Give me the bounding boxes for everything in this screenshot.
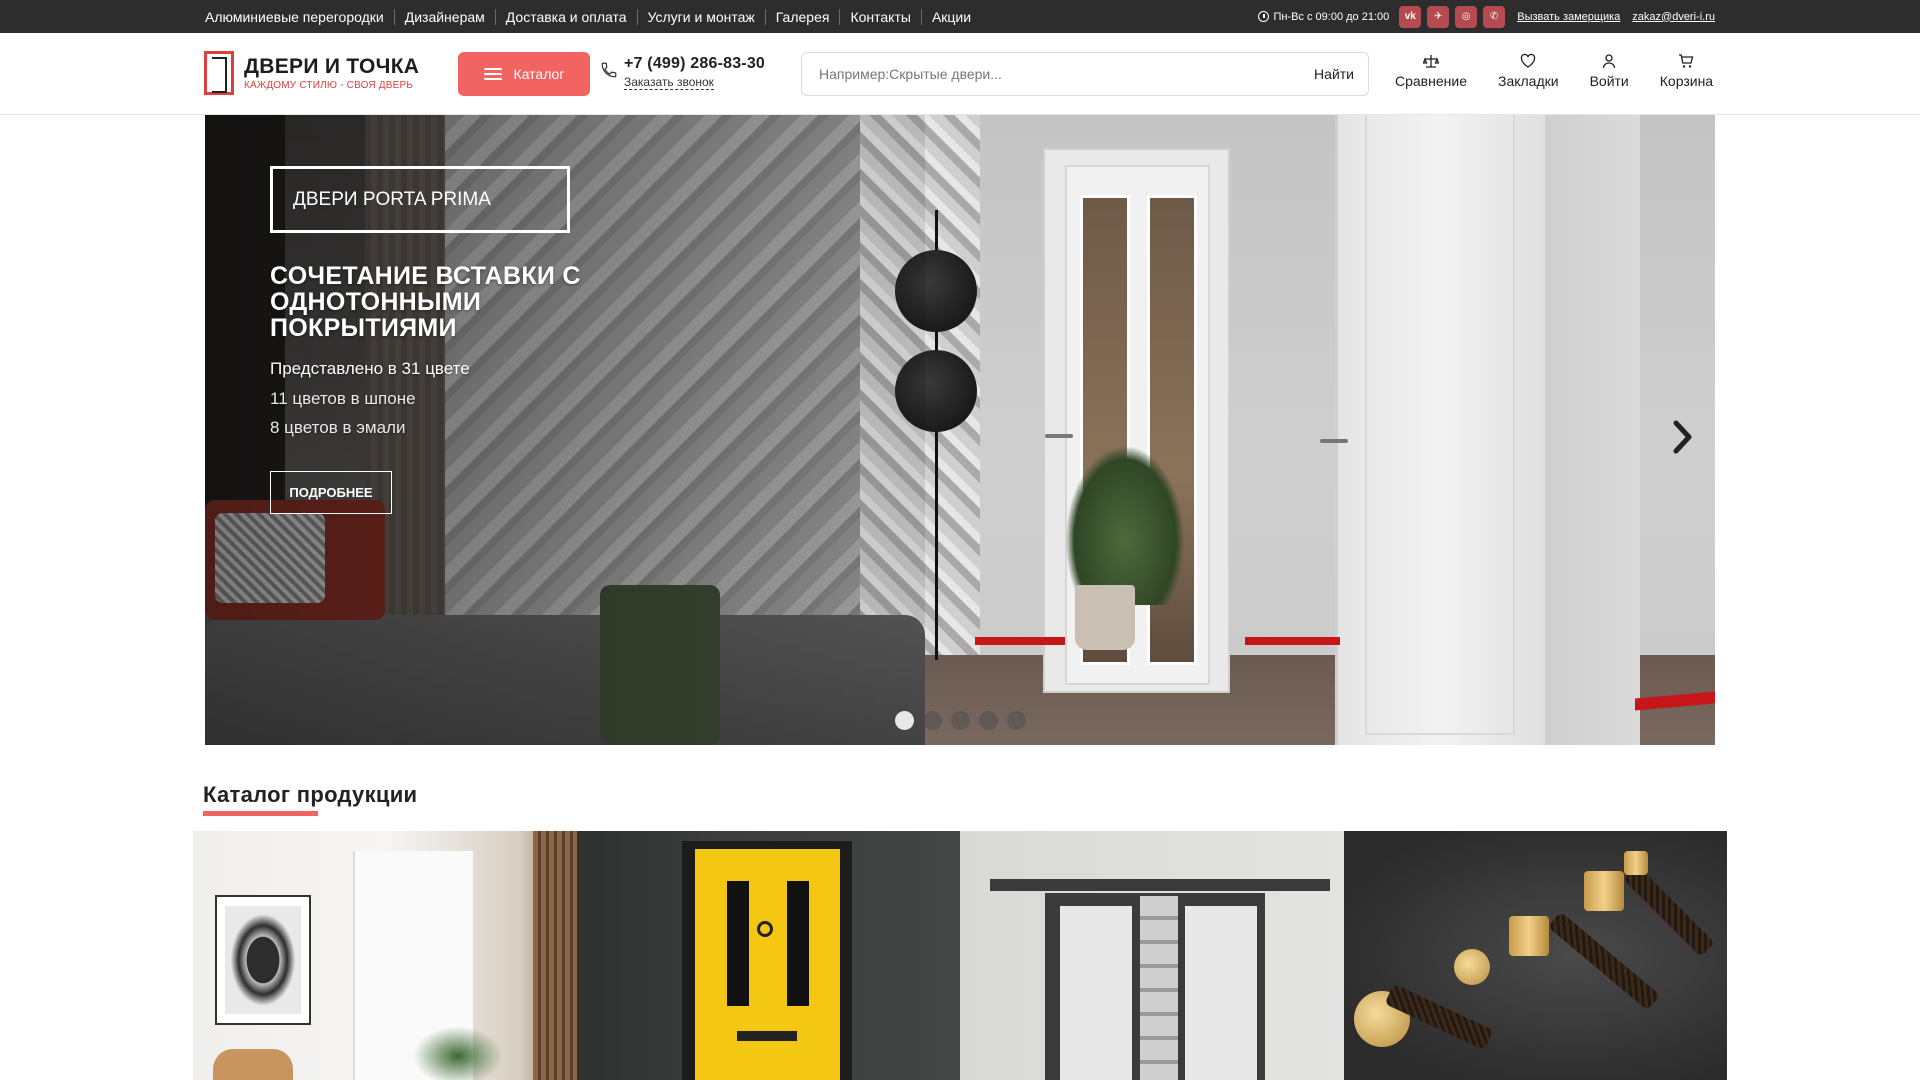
top-nav-aluminum[interactable]: Алюминиевые перегородки <box>205 9 394 25</box>
catalog-button-label: Каталог <box>513 66 565 82</box>
email-link[interactable]: zakaz@dveri-i.ru <box>1632 11 1715 23</box>
phone-icon <box>601 62 617 78</box>
catalog-tile-door-handles[interactable] <box>1343 831 1727 1080</box>
hero-subtitle-veneer: 11 цветов в шпоне <box>270 389 416 408</box>
work-hours: Пн-Вс с 09:00 до 21:00 <box>1258 11 1389 23</box>
header: ДВЕРИ И ТОЧКА КАЖДОМУ СТИЛЮ - СВОЯ ДВЕРЬ… <box>0 33 1920 115</box>
top-nav-contacts[interactable]: Контакты <box>839 8 920 25</box>
vk-icon[interactable]: vk <box>1399 5 1422 28</box>
top-nav-services[interactable]: Услуги и монтаж <box>636 8 765 25</box>
menu-icon <box>483 68 502 80</box>
phone-number[interactable]: +7 (499) 286-83-30 <box>624 55 765 73</box>
catalog-title: Каталог продукции <box>203 782 418 807</box>
phone-block: +7 (499) 286-83-30 Заказать звонок <box>600 55 765 91</box>
work-hours-text: Пн-Вс с 09:00 до 21:00 <box>1273 10 1390 23</box>
user-icon <box>1603 54 1616 69</box>
search-input[interactable] <box>802 66 1301 82</box>
logo[interactable]: ДВЕРИ И ТОЧКА КАЖДОМУ СТИЛЮ - СВОЯ ДВЕРЬ <box>204 51 419 95</box>
slider-dot[interactable] <box>1007 711 1026 730</box>
catalog-tile-sliding-doors[interactable] <box>960 831 1344 1080</box>
slider-dot[interactable] <box>979 711 998 730</box>
callback-link[interactable]: Заказать звонок <box>624 75 714 90</box>
chevron-right-icon[interactable] <box>1667 417 1697 457</box>
bookmarks-label: Закладки <box>1497 73 1559 89</box>
hero-slider: ДВЕРИ PORTA PRIMA СОЧЕТАНИЕ ВСТАВКИ С ОД… <box>205 115 1715 745</box>
top-nav-designers[interactable]: Дизайнерам <box>393 8 495 25</box>
measure-link[interactable]: Вызвать замерщика <box>1517 11 1620 23</box>
slider-dots <box>895 711 1026 730</box>
top-right: Пн-Вс с 09:00 до 21:00 vk ✈ ◎ ✆ Вызвать … <box>1258 0 1715 33</box>
slider-dot[interactable] <box>951 711 970 730</box>
catalog-title-underline <box>203 811 318 816</box>
clock-icon <box>1258 11 1270 22</box>
logo-title: ДВЕРИ И ТОЧКА <box>244 54 420 78</box>
catalog-grid <box>193 831 1727 1080</box>
logo-door-icon <box>204 51 234 95</box>
top-nav: Алюминиевые перегородки Дизайнерам Доста… <box>205 0 981 33</box>
compare-button[interactable]: Сравнение <box>1395 53 1467 89</box>
slider-dot[interactable] <box>923 711 942 730</box>
search-button[interactable]: Найти <box>1300 66 1368 82</box>
cart-button[interactable]: Корзина <box>1660 53 1713 89</box>
hero-title: СОЧЕТАНИЕ ВСТАВКИ С ОДНОТОННЫМИ ПОКРЫТИЯ… <box>270 262 581 342</box>
login-button[interactable]: Войти <box>1590 53 1629 89</box>
header-actions: Сравнение Закладки Войти Корзина <box>1395 53 1713 89</box>
top-nav-delivery[interactable]: Доставка и оплата <box>494 8 637 25</box>
hero-badge: ДВЕРИ PORTA PRIMA <box>270 166 570 233</box>
bookmarks-button[interactable]: Закладки <box>1498 53 1559 89</box>
catalog-tile-interior-doors[interactable] <box>193 831 577 1080</box>
top-nav-gallery[interactable]: Галерея <box>764 8 840 25</box>
login-label: Войти <box>1589 73 1629 89</box>
telegram-icon[interactable]: ✈ <box>1427 5 1450 28</box>
catalog-tile-entrance-doors[interactable] <box>576 831 960 1080</box>
hero-more-button[interactable]: ПОДРОБНЕЕ <box>270 471 392 514</box>
hero-subtitle-enamel: 8 цветов в эмали <box>270 418 406 437</box>
compare-icon <box>1422 55 1439 68</box>
hero-subtitle-colors: Представлено в 31 цвете <box>270 359 470 378</box>
compare-label: Сравнение <box>1395 73 1467 89</box>
cart-label: Корзина <box>1659 73 1714 89</box>
catalog-button[interactable]: Каталог <box>458 52 590 96</box>
slider-dot[interactable] <box>895 711 914 730</box>
logo-tagline: КАЖДОМУ СТИЛЮ - СВОЯ ДВЕРЬ <box>244 79 414 91</box>
cart-icon <box>1679 54 1694 68</box>
search-box: Найти <box>801 52 1369 96</box>
instagram-icon[interactable]: ◎ <box>1455 5 1478 28</box>
top-bar: Алюминиевые перегородки Дизайнерам Доста… <box>0 0 1920 33</box>
whatsapp-icon[interactable]: ✆ <box>1483 5 1506 28</box>
heart-icon <box>1521 53 1536 68</box>
top-nav-promo[interactable]: Акции <box>920 8 981 25</box>
